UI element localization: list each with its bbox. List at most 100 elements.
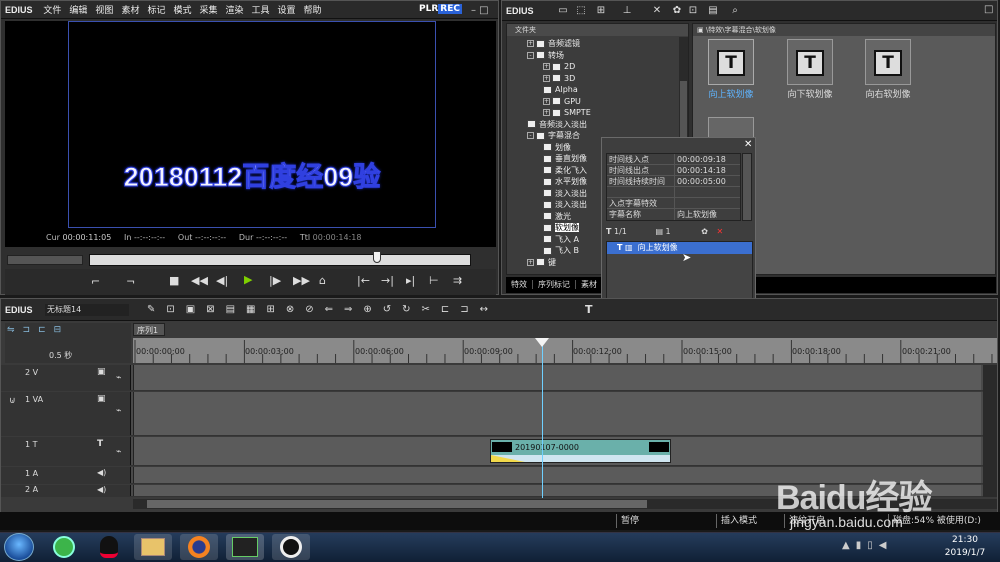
- text-tool-icon[interactable]: T: [585, 303, 593, 316]
- track-header[interactable]: 2 V ▣ ⌁: [1, 365, 131, 390]
- split-icon[interactable]: ⊢: [429, 274, 439, 287]
- clip-transition[interactable]: [491, 455, 525, 462]
- taskbar-firefox-icon[interactable]: [180, 534, 218, 560]
- plr-toggle[interactable]: PLR: [419, 4, 438, 14]
- info-list-item[interactable]: T ▥ 向上软划像: [607, 242, 752, 254]
- info-close-icon[interactable]: ✕: [744, 139, 752, 150]
- track-header[interactable]: ⊍ 1 VA ▣ ⌁: [1, 392, 131, 435]
- expand-icon[interactable]: +: [543, 109, 550, 116]
- track-toggle-icon[interactable]: ⌁: [116, 447, 121, 457]
- info-scrollbar[interactable]: [742, 153, 752, 221]
- taskbar-ie-icon[interactable]: [45, 534, 83, 560]
- menu-capture[interactable]: 采集: [195, 2, 221, 20]
- effects-icon[interactable]: ⊥: [620, 4, 634, 18]
- play-icon[interactable]: ▶: [244, 273, 252, 286]
- window-controls[interactable]: – □: [471, 5, 489, 16]
- tree-item[interactable]: + 音频滤镜: [507, 38, 688, 50]
- track-header[interactable]: 2 A ◀): [1, 485, 131, 496]
- timeline-hscroll-thumb[interactable]: [147, 500, 647, 508]
- tree-item[interactable]: 音频淡入淡出: [507, 119, 688, 131]
- track-icon[interactable]: ▣: [97, 394, 106, 404]
- track-lane[interactable]: [133, 365, 981, 390]
- stop-icon[interactable]: ■: [169, 274, 179, 287]
- overwrite-icon[interactable]: →|: [381, 274, 394, 287]
- mark-in-icon[interactable]: ⌐: [91, 275, 100, 288]
- menu-render[interactable]: 渲染: [222, 2, 248, 20]
- effect-caption-up[interactable]: 向上软划像: [696, 87, 766, 100]
- vscroll[interactable]: [983, 365, 997, 497]
- collapse-icon[interactable]: -: [527, 51, 534, 59]
- taskbar-qq-icon[interactable]: [90, 534, 128, 560]
- effect-thumb-down[interactable]: T: [787, 39, 833, 85]
- effect-thumb-partial[interactable]: [708, 117, 754, 139]
- search-icon[interactable]: ⌕: [728, 4, 742, 18]
- folder-icon[interactable]: ▭: [556, 4, 570, 18]
- track-toggle-icon[interactable]: ⌁: [116, 406, 121, 416]
- shuttle-bar[interactable]: [7, 255, 83, 265]
- taskbar-record-icon[interactable]: [272, 534, 310, 560]
- menu-clip[interactable]: 素材: [117, 2, 143, 20]
- expand-icon[interactable]: +: [543, 97, 550, 105]
- timeline-toolbar-icons[interactable]: ✎⊡▣⊠▤▦⊞⊗⊘⇐⇒⊕↺↻✂⊏⊐↔: [147, 304, 499, 315]
- tab-markers[interactable]: 序列标记: [533, 280, 576, 289]
- speaker-icon[interactable]: ◀): [97, 468, 106, 477]
- insert-icon[interactable]: |←: [357, 274, 370, 287]
- playhead[interactable]: [542, 338, 544, 498]
- rewind-icon[interactable]: ◀◀: [191, 274, 208, 287]
- expand-icon[interactable]: +: [527, 40, 534, 47]
- properties-icon[interactable]: ✿: [701, 227, 708, 236]
- tree-item[interactable]: +2D: [507, 61, 688, 73]
- step-forward-icon[interactable]: |▶: [269, 274, 281, 287]
- menu-view[interactable]: 视图: [91, 2, 117, 20]
- title-clip[interactable]: 20190107-0000: [490, 439, 671, 463]
- track-tool-icons[interactable]: ⇋⊐⊏⊟: [5, 323, 131, 337]
- add-icon[interactable]: ⊞: [594, 4, 608, 18]
- layer-icon[interactable]: ▤: [655, 227, 663, 236]
- tree-item[interactable]: +3D: [507, 73, 688, 85]
- rec-toggle[interactable]: REC: [438, 4, 462, 14]
- properties-icon[interactable]: ✿: [670, 4, 684, 18]
- text-track-icon[interactable]: T: [97, 439, 103, 449]
- mark-out-icon[interactable]: ¬: [126, 275, 135, 288]
- effect-thumb-up[interactable]: T: [708, 39, 754, 85]
- collapse-icon[interactable]: -: [527, 132, 534, 139]
- delete-icon[interactable]: ✕: [650, 4, 664, 18]
- export-icon[interactable]: ⇉: [453, 274, 462, 287]
- playhead-marker[interactable]: [535, 338, 550, 347]
- tray-icons[interactable]: ▲▮▯◀: [842, 540, 892, 551]
- zoom-label[interactable]: 0.5 秒: [49, 350, 72, 361]
- in-out-icon[interactable]: ▸|: [406, 274, 415, 287]
- tab-clips[interactable]: 素材: [576, 280, 602, 289]
- menu-mode[interactable]: 模式: [169, 2, 195, 20]
- tree-item[interactable]: Alpha: [507, 84, 688, 96]
- menu-edit[interactable]: 编辑: [65, 2, 91, 20]
- expand-icon[interactable]: +: [527, 258, 534, 266]
- loop-icon[interactable]: ⌂: [319, 274, 326, 287]
- menu-marker[interactable]: 标记: [143, 2, 169, 20]
- slider-knob[interactable]: [373, 251, 381, 263]
- taskbar-explorer-icon[interactable]: [134, 534, 172, 560]
- menu-file[interactable]: 文件: [39, 2, 65, 20]
- menu-settings[interactable]: 设置: [274, 2, 300, 20]
- track-icon[interactable]: ▣: [97, 367, 106, 377]
- effect-caption-down[interactable]: 向下软划像: [775, 87, 845, 100]
- remove-icon[interactable]: ✕: [716, 227, 723, 236]
- sequence-tab[interactable]: 序列1: [133, 323, 165, 336]
- effect-thumb-right[interactable]: T: [865, 39, 911, 85]
- track-header[interactable]: 1 A ◀): [1, 467, 131, 483]
- track-toggle-icon[interactable]: ⌁: [116, 373, 121, 383]
- sync-icon[interactable]: ⊍: [9, 396, 16, 406]
- expand-icon[interactable]: +: [543, 74, 550, 82]
- taskbar-edius-icon[interactable]: [226, 534, 264, 560]
- view-icon[interactable]: ▤: [706, 4, 720, 18]
- tree-item[interactable]: + SMPTE: [507, 107, 688, 119]
- window-close-icon[interactable]: □: [984, 4, 993, 15]
- position-slider[interactable]: [89, 254, 471, 266]
- tab-effects[interactable]: 特效: [506, 280, 533, 289]
- track-header[interactable]: 1 T T ⌁: [1, 437, 131, 465]
- fast-forward-icon[interactable]: ▶▶: [293, 274, 310, 287]
- lock-icon[interactable]: ⊡: [686, 4, 700, 18]
- effect-caption-right[interactable]: 向右软划像: [853, 87, 923, 100]
- tree-item[interactable]: + GPU: [507, 96, 688, 108]
- menu-tools[interactable]: 工具: [248, 2, 274, 20]
